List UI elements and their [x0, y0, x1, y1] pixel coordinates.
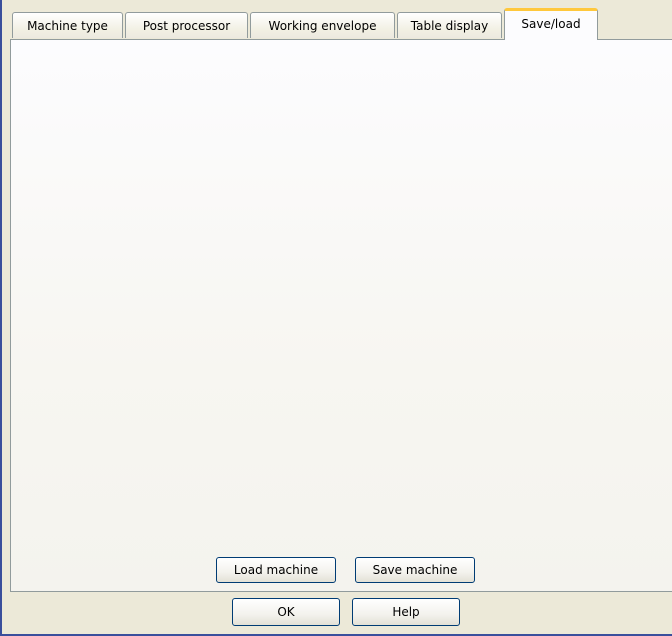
ok-label: OK: [277, 605, 295, 619]
save-machine-button[interactable]: Save machine: [355, 557, 475, 583]
tab-machine-type[interactable]: Machine type: [12, 12, 123, 38]
tab-post-processor[interactable]: Post processor: [125, 12, 248, 38]
tab-label: Post processor: [142, 18, 231, 33]
help-button[interactable]: Help: [352, 598, 460, 626]
save-machine-label: Save machine: [372, 563, 458, 577]
tab-label: Machine type: [27, 18, 108, 33]
tab-label: Save/load: [521, 16, 581, 31]
tab-label: Table display: [410, 18, 489, 33]
save-load-panel: [10, 39, 672, 592]
ok-button[interactable]: OK: [232, 598, 340, 626]
load-machine-label: Load machine: [233, 563, 319, 577]
tab-strip: Machine type Post processor Working enve…: [10, 8, 672, 40]
help-label: Help: [392, 605, 420, 619]
tab-table-display[interactable]: Table display: [397, 12, 502, 38]
tab-label: Working envelope: [268, 18, 377, 33]
dialog-button-bar: OK Help: [2, 592, 672, 634]
load-machine-button[interactable]: Load machine: [216, 557, 336, 583]
machine-settings-dialog: Machine type Post processor Working enve…: [0, 0, 672, 636]
tab-save-load[interactable]: Save/load: [504, 8, 598, 40]
tab-working-envelope[interactable]: Working envelope: [250, 12, 395, 38]
